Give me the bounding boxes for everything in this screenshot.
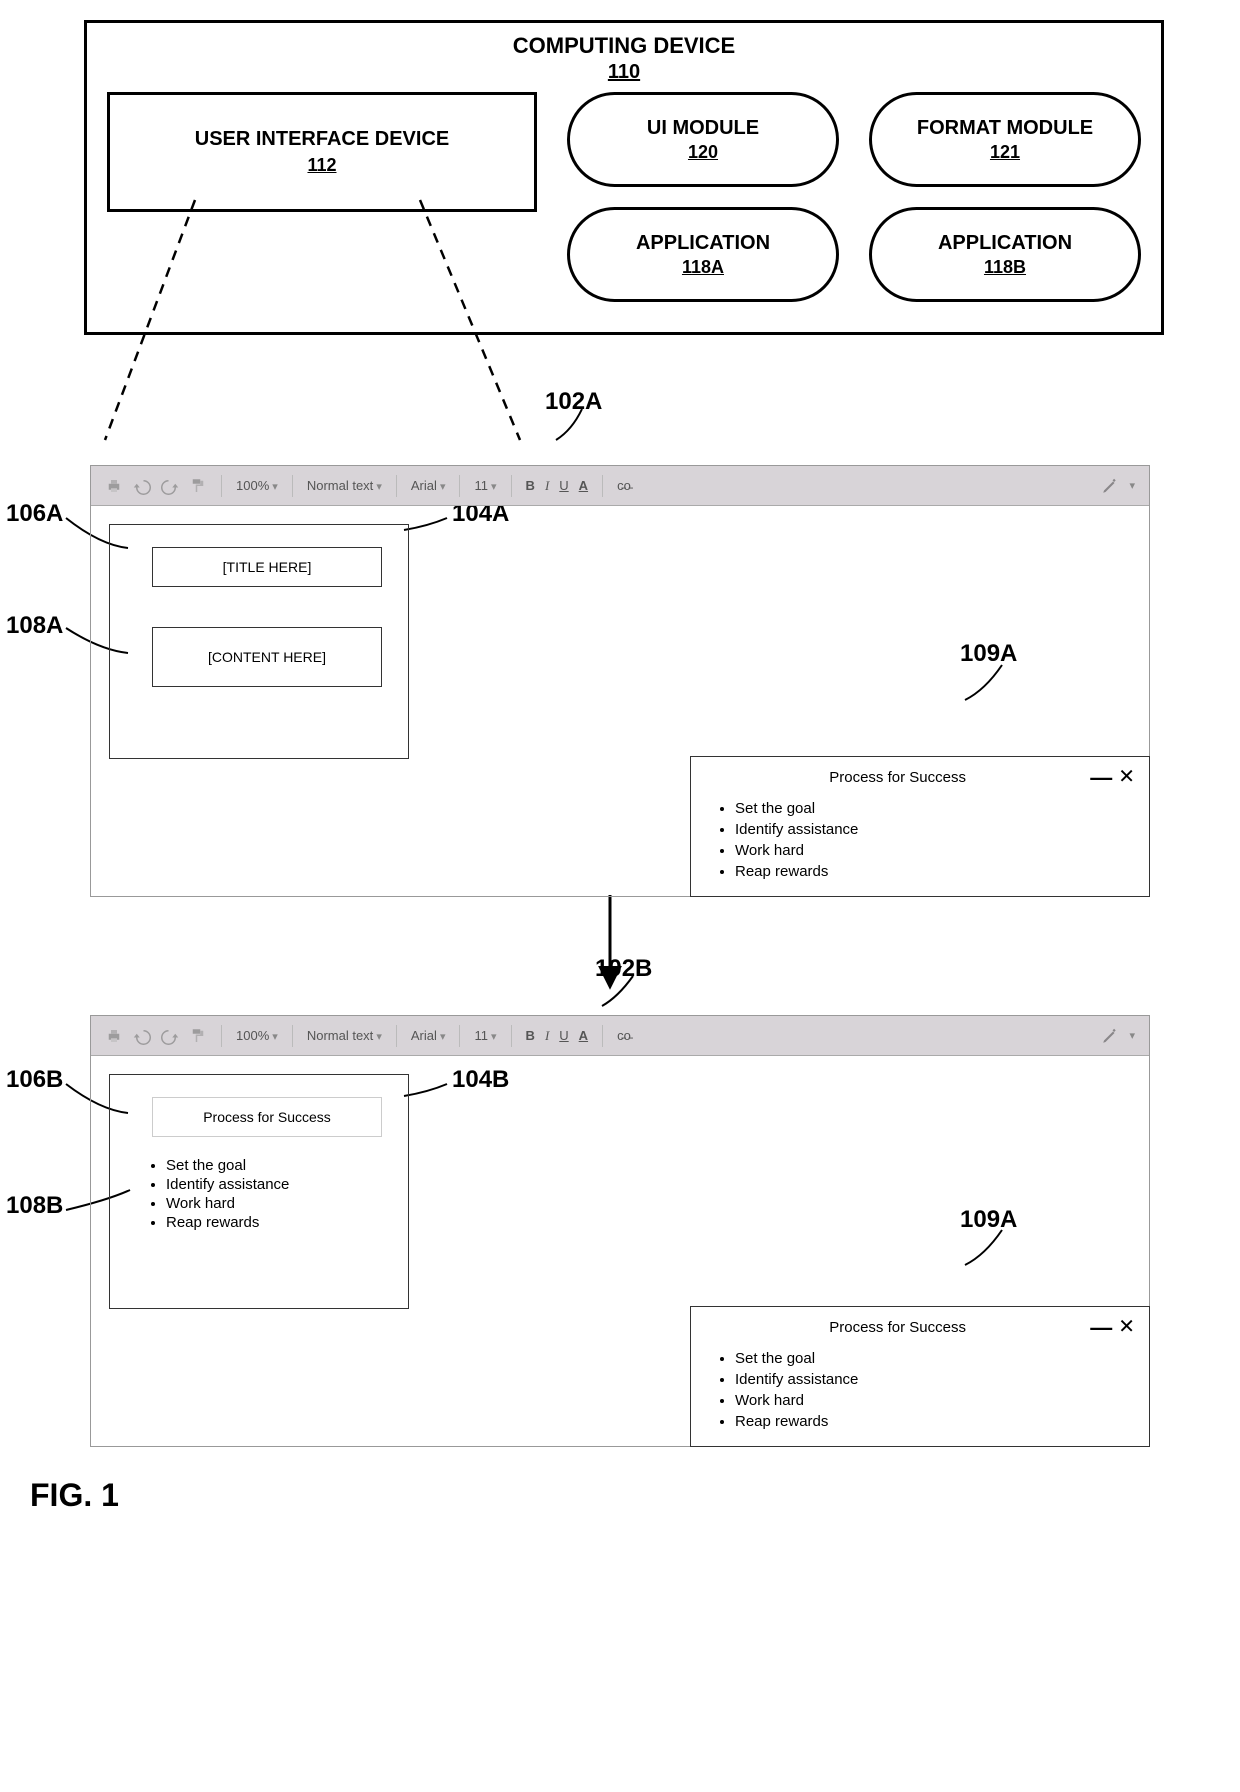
edit-mode-icon[interactable] <box>1101 477 1119 495</box>
font-dropdown[interactable]: Arial <box>411 478 446 493</box>
style-dropdown[interactable]: Normal text <box>307 1028 382 1043</box>
format-module-ref: 121 <box>990 142 1020 163</box>
source-popup-a[interactable]: Process for Success — ✕ Set the goal Ide… <box>690 756 1150 897</box>
figure-label: FIG. 1 <box>30 1477 1220 1514</box>
font-dropdown[interactable]: Arial <box>411 1028 446 1043</box>
link-button[interactable]: c̵o̵ <box>617 478 631 493</box>
editor-window-b: 100% Normal text Arial 11 B I U A c̵o̵ ▾… <box>90 1015 1150 1447</box>
title-placeholder-box[interactable]: [TITLE HERE] <box>152 547 382 587</box>
popup-item: Set the goal <box>735 800 1135 817</box>
edit-mode-caret-icon[interactable]: ▾ <box>1129 1029 1135 1042</box>
content-placeholder-box[interactable]: [CONTENT HERE] <box>152 627 382 687</box>
popup-item: Work hard <box>735 842 1135 859</box>
close-icon[interactable]: ✕ <box>1118 764 1135 789</box>
textcolor-button[interactable]: A <box>579 1028 588 1043</box>
print-icon[interactable] <box>105 1027 123 1045</box>
italic-button[interactable]: I <box>545 478 549 494</box>
title-box-filled[interactable]: Process for Success <box>152 1097 382 1137</box>
ref-102a: 102A <box>545 388 602 416</box>
document-page-b[interactable]: Process for Success Set the goal Identif… <box>109 1074 409 1309</box>
application-a-ref: 118A <box>682 257 724 278</box>
format-module-pill: FORMAT MODULE 121 <box>869 92 1141 187</box>
popup-item: Identify assistance <box>735 821 1135 838</box>
underline-button[interactable]: U <box>559 1028 568 1043</box>
paint-format-icon[interactable] <box>189 1027 207 1045</box>
application-b-ref: 118B <box>984 257 1026 278</box>
document-page-a[interactable]: [TITLE HERE] [CONTENT HERE] <box>109 524 409 759</box>
ui-module-title: UI MODULE <box>647 117 759 140</box>
fontsize-dropdown[interactable]: 11 <box>474 478 496 493</box>
computing-device-box: COMPUTING DEVICE 110 USER INTERFACE DEVI… <box>84 20 1164 335</box>
popup-list: Set the goal Identify assistance Work ha… <box>735 1350 1135 1430</box>
toolbar-a: 100% Normal text Arial 11 B I U A c̵o̵ ▾ <box>91 466 1149 506</box>
popup-item: Reap rewards <box>735 863 1135 880</box>
application-a-title: APPLICATION <box>636 232 770 255</box>
list-item: Work hard <box>166 1195 392 1212</box>
list-item: Set the goal <box>166 1157 392 1174</box>
application-b-title: APPLICATION <box>938 232 1072 255</box>
toolbar-b: 100% Normal text Arial 11 B I U A c̵o̵ ▾ <box>91 1016 1149 1056</box>
minimize-icon[interactable]: — <box>1090 1321 1112 1335</box>
user-interface-device-box: USER INTERFACE DEVICE 112 <box>107 92 537 212</box>
redo-icon[interactable] <box>161 477 179 495</box>
close-icon[interactable]: ✕ <box>1118 1314 1135 1339</box>
uid-title: USER INTERFACE DEVICE <box>195 128 449 151</box>
edit-mode-icon[interactable] <box>1101 1027 1119 1045</box>
italic-button[interactable]: I <box>545 1028 549 1044</box>
undo-icon[interactable] <box>133 1027 151 1045</box>
popup-title: Process for Success <box>705 1319 1090 1336</box>
uid-ref: 112 <box>307 155 336 176</box>
document-content-list[interactable]: Set the goal Identify assistance Work ha… <box>166 1157 392 1231</box>
list-item: Identify assistance <box>166 1176 392 1193</box>
ref-102b: 102B <box>595 955 652 983</box>
format-module-title: FORMAT MODULE <box>917 117 1093 140</box>
computing-device-ref: 110 <box>107 61 1141 84</box>
bold-button[interactable]: B <box>526 478 535 493</box>
source-popup-b[interactable]: Process for Success — ✕ Set the goal Ide… <box>690 1306 1150 1447</box>
computing-device-title: COMPUTING DEVICE <box>107 33 1141 59</box>
popup-title: Process for Success <box>705 769 1090 786</box>
link-button[interactable]: c̵o̵ <box>617 1028 631 1043</box>
popup-list: Set the goal Identify assistance Work ha… <box>735 800 1135 880</box>
application-a-pill: APPLICATION 118A <box>567 207 839 302</box>
redo-icon[interactable] <box>161 1027 179 1045</box>
editor-window-a: 100% Normal text Arial 11 B I U A c̵o̵ ▾… <box>90 465 1150 897</box>
textcolor-button[interactable]: A <box>579 478 588 493</box>
underline-button[interactable]: U <box>559 478 568 493</box>
ui-module-ref: 120 <box>688 142 718 163</box>
ref-108b: 108B <box>6 1192 63 1220</box>
ref-106a: 106A <box>6 500 63 528</box>
fontsize-dropdown[interactable]: 11 <box>474 1028 496 1043</box>
application-b-pill: APPLICATION 118B <box>869 207 1141 302</box>
minimize-icon[interactable]: — <box>1090 771 1112 785</box>
popup-item: Work hard <box>735 1392 1135 1409</box>
list-item: Reap rewards <box>166 1214 392 1231</box>
undo-icon[interactable] <box>133 477 151 495</box>
popup-item: Reap rewards <box>735 1413 1135 1430</box>
ref-106b: 106B <box>6 1066 63 1094</box>
ui-module-pill: UI MODULE 120 <box>567 92 839 187</box>
ref-108a: 108A <box>6 612 63 640</box>
style-dropdown[interactable]: Normal text <box>307 478 382 493</box>
edit-mode-caret-icon[interactable]: ▾ <box>1129 479 1135 492</box>
bold-button[interactable]: B <box>526 1028 535 1043</box>
zoom-dropdown[interactable]: 100% <box>236 478 278 493</box>
print-icon[interactable] <box>105 477 123 495</box>
paint-format-icon[interactable] <box>189 477 207 495</box>
zoom-dropdown[interactable]: 100% <box>236 1028 278 1043</box>
popup-item: Identify assistance <box>735 1371 1135 1388</box>
popup-item: Set the goal <box>735 1350 1135 1367</box>
